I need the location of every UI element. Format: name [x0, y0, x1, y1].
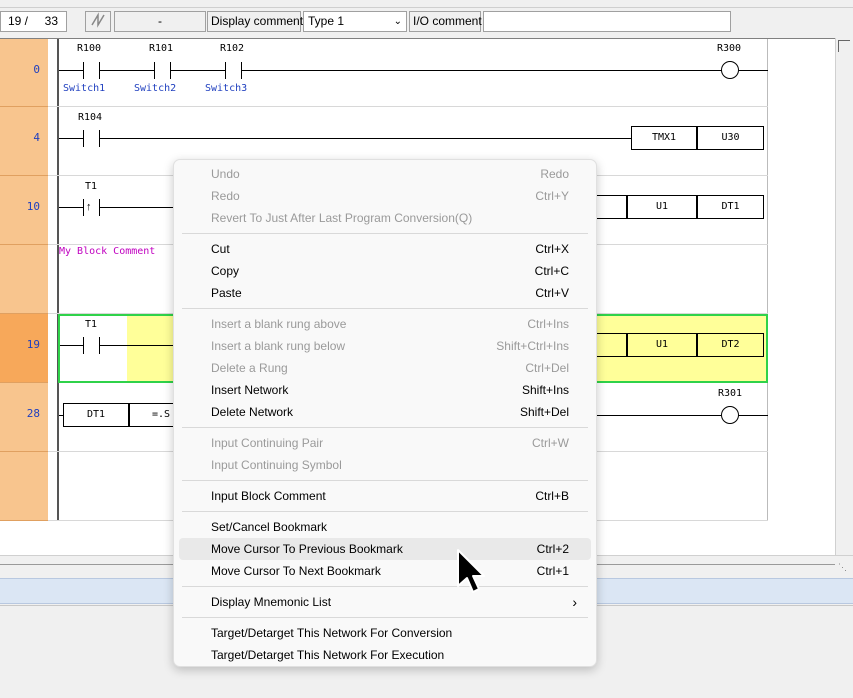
- menu-item-set-cancel-bookmark[interactable]: Set/Cancel Bookmark: [179, 516, 591, 538]
- step-cell[interactable]: 4: [0, 107, 48, 176]
- step-number: 0: [33, 63, 40, 76]
- io-comment-field[interactable]: [483, 11, 731, 32]
- coil-device-label: R300: [717, 43, 742, 54]
- contact-device-label: R102: [220, 43, 245, 54]
- menu-item-undo[interactable]: Undo Redo: [179, 163, 591, 185]
- rising-edge-icon: ↑: [86, 201, 92, 213]
- menu-separator: [182, 480, 588, 481]
- menu-item-cut[interactable]: Cut Ctrl+X: [179, 238, 591, 260]
- step-number: 19: [26, 338, 40, 351]
- menu-item-paste[interactable]: Paste Ctrl+V: [179, 282, 591, 304]
- menu-item-redo[interactable]: Redo Ctrl+Y: [179, 185, 591, 207]
- contact-device-label: T1: [85, 181, 98, 192]
- step-cell[interactable]: [0, 245, 48, 314]
- menu-item-display-mnemonic-list[interactable]: Display Mnemonic List ›: [179, 591, 591, 613]
- menu-item-insert-network[interactable]: Insert Network Shift+Ins: [179, 379, 591, 401]
- instruction-box[interactable]: U1: [627, 333, 697, 357]
- menu-item-input-continuing-pair[interactable]: Input Continuing Pair Ctrl+W: [179, 432, 591, 454]
- contact-bar: [170, 62, 171, 79]
- contact-device-label: R104: [78, 112, 103, 123]
- step-number: 28: [26, 407, 40, 420]
- instruction-box[interactable]: U1: [627, 195, 697, 219]
- step-cell-selected[interactable]: 19: [0, 314, 48, 383]
- step-cell[interactable]: [0, 452, 48, 521]
- scroll-corner: [838, 40, 850, 52]
- resize-grip-icon[interactable]: ⋱: [838, 562, 847, 573]
- comment-type-value: Type 1: [308, 14, 345, 28]
- menu-item-next-bookmark[interactable]: Move Cursor To Next Bookmark Ctrl+1: [179, 560, 591, 582]
- menu-separator: [182, 511, 588, 512]
- contact-device-label: R101: [149, 43, 174, 54]
- step-cell[interactable]: 28: [0, 383, 48, 452]
- block-comment[interactable]: My Block Comment: [59, 246, 155, 257]
- menu-item-input-continuing-symbol[interactable]: Input Continuing Symbol: [179, 454, 591, 476]
- menu-item-insert-rung-below[interactable]: Insert a blank rung below Shift+Ctrl+Ins: [179, 335, 591, 357]
- vertical-scrollbar[interactable]: [835, 38, 853, 555]
- menu-item-delete-network[interactable]: Delete Network Shift+Del: [179, 401, 591, 423]
- monitor-toggle-icon[interactable]: [85, 11, 111, 32]
- chevron-down-icon: ⌄: [393, 16, 402, 27]
- menu-item-input-block-comment[interactable]: Input Block Comment Ctrl+B: [179, 485, 591, 507]
- contact-bar: [99, 62, 100, 79]
- contact-device-label: T1: [85, 319, 98, 330]
- instruction-box[interactable]: DT2: [697, 333, 764, 357]
- menu-separator: [182, 427, 588, 428]
- menu-separator: [182, 233, 588, 234]
- step-position: 19 /: [7, 14, 28, 28]
- menu-item-previous-bookmark[interactable]: Move Cursor To Previous Bookmark Ctrl+2: [179, 538, 591, 560]
- menu-separator: [182, 308, 588, 309]
- step-counter-field: 19 / 33: [0, 11, 67, 32]
- menu-item-copy[interactable]: Copy Ctrl+C: [179, 260, 591, 282]
- io-comment-label: I/O comment: [409, 11, 482, 32]
- menu-item-revert[interactable]: Revert To Just After Last Program Conver…: [179, 207, 591, 229]
- rung-wire: [59, 138, 631, 139]
- menu-item-insert-rung-above[interactable]: Insert a blank rung above Ctrl+Ins: [179, 313, 591, 335]
- comment-type-select[interactable]: Type 1 ⌄: [303, 11, 407, 32]
- step-cell[interactable]: 0: [0, 39, 48, 107]
- menu-separator: [182, 617, 588, 618]
- output-coil[interactable]: [721, 406, 739, 424]
- menu-separator: [182, 586, 588, 587]
- step-number: 4: [33, 131, 40, 144]
- menu-item-target-execution[interactable]: Target/Detarget This Network For Executi…: [179, 644, 591, 666]
- mouse-pointer-icon: [456, 548, 486, 594]
- contact-device-label: R100: [77, 43, 102, 54]
- status-toolbar: 19 / 33 - Display comments Type 1 ⌄ I/O …: [0, 0, 853, 38]
- instruction-box[interactable]: U30: [697, 126, 764, 150]
- contact-bar: [241, 62, 242, 79]
- instruction-box[interactable]: TMX1: [631, 126, 697, 150]
- rung-wire: [590, 415, 721, 416]
- context-menu: Undo Redo Redo Ctrl+Y Revert To Just After…: [173, 159, 597, 667]
- step-number: 10: [26, 200, 40, 213]
- instruction-box[interactable]: DT1: [697, 195, 764, 219]
- io-comment-text: Switch3: [205, 83, 248, 94]
- window-title-strip: [0, 0, 853, 8]
- output-coil[interactable]: [721, 61, 739, 79]
- step-cell[interactable]: 10: [0, 176, 48, 245]
- compare-box[interactable]: DT1: [63, 403, 129, 427]
- coil-device-label: R301: [718, 388, 743, 399]
- menu-item-target-conversion[interactable]: Target/Detarget This Network For Convers…: [179, 622, 591, 644]
- status-dash-field: -: [114, 11, 206, 32]
- display-comments-label: Display comments: [207, 11, 309, 32]
- io-comment-text: Switch2: [134, 83, 177, 94]
- chevron-right-icon: ›: [572, 594, 577, 610]
- menu-item-delete-rung[interactable]: Delete a Rung Ctrl+Del: [179, 357, 591, 379]
- io-comment-text: Switch1: [63, 83, 106, 94]
- total-steps: 33: [44, 14, 58, 28]
